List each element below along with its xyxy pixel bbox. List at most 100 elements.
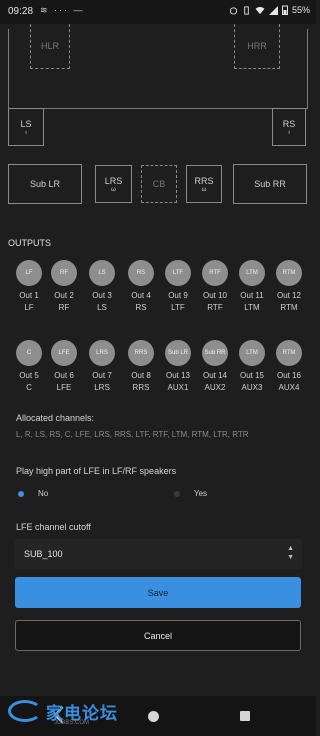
channel-name: RRS bbox=[132, 383, 150, 392]
cancel-button[interactable]: Cancel bbox=[15, 620, 301, 651]
speaker-rrs[interactable]: RRS ω bbox=[186, 165, 222, 203]
channel-circle: RF bbox=[51, 260, 77, 286]
speaker-lrs[interactable]: LRS ω bbox=[95, 165, 132, 203]
channel-out: Out 12 bbox=[276, 291, 301, 300]
channel-name: LRS bbox=[94, 383, 110, 392]
channel-name: AUX2 bbox=[204, 383, 226, 392]
channel-out: Out 4 bbox=[131, 291, 151, 300]
output-channel[interactable]: LTM Out 15 AUX3 bbox=[237, 340, 267, 392]
select-arrows-icon: ▲ ▼ bbox=[287, 545, 294, 561]
channel-circle: RTM bbox=[276, 340, 302, 366]
channel-out: Out 6 bbox=[54, 371, 74, 380]
channel-out: Out 2 bbox=[54, 291, 74, 300]
channel-name: LTM bbox=[244, 303, 260, 312]
radio-selected-icon bbox=[18, 490, 24, 497]
speaker-rs-label: RS bbox=[282, 118, 296, 129]
battery-percent: 55% bbox=[291, 5, 310, 15]
output-channel[interactable]: Sub LR Out 13 AUX1 bbox=[163, 340, 193, 392]
channel-circle: LRS bbox=[89, 340, 115, 366]
channel-circle: LFE bbox=[51, 340, 77, 366]
radio-yes[interactable]: Yes bbox=[174, 489, 207, 498]
speaker-config-screen: HLR HRR LS ι RS ι Sub LR LRS ω CB RRS ω … bbox=[0, 24, 316, 696]
channel-out: Out 1 bbox=[19, 291, 39, 300]
channel-name: RF bbox=[58, 303, 70, 312]
wifi-icon bbox=[255, 6, 265, 14]
speaker-lrs-label: LRS bbox=[104, 175, 123, 186]
vibrate-icon bbox=[244, 5, 249, 15]
channel-name: RTF bbox=[207, 303, 223, 312]
outputs-title: OUTPUTS bbox=[8, 238, 52, 248]
allocated-channels-label: Allocated channels: bbox=[16, 413, 95, 423]
channel-circle: LTM bbox=[239, 260, 265, 286]
channel-name: LS bbox=[97, 303, 107, 312]
channel-out: Out 9 bbox=[168, 291, 188, 300]
channel-out: Out 10 bbox=[202, 291, 227, 300]
output-channel[interactable]: RRS Out 8 RRS bbox=[126, 340, 156, 392]
output-channel[interactable]: LRS Out 7 LRS bbox=[87, 340, 117, 392]
speaker-rrs-sub: ω bbox=[201, 186, 207, 193]
channel-out: Out 11 bbox=[240, 291, 264, 300]
output-channel[interactable]: LS Out 3 LS bbox=[87, 260, 117, 312]
output-channel[interactable]: LF Out 1 LF bbox=[14, 260, 44, 312]
status-right: 55% bbox=[229, 5, 310, 15]
channel-circle: RS bbox=[128, 260, 154, 286]
channel-name: RTM bbox=[280, 303, 298, 312]
channel-name: LTF bbox=[171, 303, 185, 312]
output-channel[interactable]: RTM Out 16 AUX4 bbox=[274, 340, 304, 392]
battery-icon bbox=[281, 5, 288, 15]
output-channel[interactable]: LTM Out 11 LTM bbox=[237, 260, 267, 312]
speaker-rrs-label: RRS bbox=[194, 175, 214, 186]
channel-circle: LS bbox=[89, 260, 115, 286]
channel-circle: LTF bbox=[165, 260, 191, 286]
speaker-sub-lr-label: Sub LR bbox=[29, 179, 61, 189]
channel-circle: C bbox=[16, 340, 42, 366]
channel-out: Out 16 bbox=[276, 371, 301, 380]
watermark: 家电论坛 JDBBS.COM bbox=[8, 692, 138, 730]
output-channel[interactable]: Sub RR Out 14 AUX2 bbox=[200, 340, 230, 392]
watermark-logo-icon bbox=[8, 700, 42, 722]
speaker-sub-rr[interactable]: Sub RR bbox=[233, 164, 307, 204]
speaker-rs-sub: ι bbox=[288, 129, 290, 136]
watermark-sub: JDBBS.COM bbox=[54, 720, 90, 726]
speaker-cb[interactable]: CB bbox=[141, 165, 177, 203]
home-icon[interactable] bbox=[148, 711, 159, 722]
channel-name: LF bbox=[24, 303, 34, 312]
lfe-cutoff-select[interactable]: SUB_100 ▲ ▼ bbox=[14, 539, 302, 569]
speaker-ls[interactable]: LS ι bbox=[8, 108, 44, 146]
channel-name: C bbox=[26, 383, 32, 392]
speaker-hrr-label: HRR bbox=[247, 41, 267, 51]
speaker-rs[interactable]: RS ι bbox=[272, 108, 306, 146]
speaker-hrr[interactable]: HRR bbox=[234, 24, 280, 69]
notification-icons: ≋ ··· — bbox=[40, 5, 85, 15]
output-channel[interactable]: RTM Out 12 RTM bbox=[274, 260, 304, 312]
speaker-sub-lr[interactable]: Sub LR bbox=[8, 164, 82, 204]
status-time: 09:28 bbox=[8, 6, 34, 17]
channel-out: Out 5 bbox=[19, 371, 39, 380]
channel-out: Out 3 bbox=[92, 291, 112, 300]
output-channel[interactable]: RF Out 2 RF bbox=[49, 260, 79, 312]
output-channel[interactable]: LTF Out 9 LTF bbox=[163, 260, 193, 312]
speaker-cb-label: CB bbox=[152, 179, 166, 189]
alarm-icon bbox=[229, 6, 238, 15]
allocated-channels-value: L, R, LS, RS, C, LFE, LRS, RRS, LTF, RTF… bbox=[16, 430, 249, 439]
radio-yes-label: Yes bbox=[194, 489, 208, 498]
recent-apps-icon[interactable] bbox=[240, 711, 250, 721]
speaker-ls-sub: ι bbox=[25, 129, 27, 136]
output-channel[interactable]: RTF Out 10 RTF bbox=[200, 260, 230, 312]
play-high-label: Play high part of LFE in LF/RF speakers bbox=[16, 466, 177, 476]
radio-no[interactable]: No bbox=[18, 489, 48, 498]
channel-out: Out 8 bbox=[131, 371, 151, 380]
channel-circle: RTM bbox=[276, 260, 302, 286]
signal-icon bbox=[268, 5, 278, 15]
output-channel[interactable]: C Out 5 C bbox=[14, 340, 44, 392]
channel-out: Out 7 bbox=[92, 371, 112, 380]
channel-name: RS bbox=[135, 303, 147, 312]
channel-name: LFE bbox=[56, 383, 72, 392]
speaker-hlr[interactable]: HLR bbox=[30, 24, 70, 69]
speaker-ls-label: LS bbox=[20, 118, 32, 129]
channel-circle: Sub RR bbox=[202, 340, 228, 366]
output-channel[interactable]: LFE Out 6 LFE bbox=[49, 340, 79, 392]
output-channel[interactable]: RS Out 4 RS bbox=[126, 260, 156, 312]
lfe-cutoff-value: SUB_100 bbox=[24, 549, 63, 559]
save-button[interactable]: Save bbox=[15, 577, 301, 608]
